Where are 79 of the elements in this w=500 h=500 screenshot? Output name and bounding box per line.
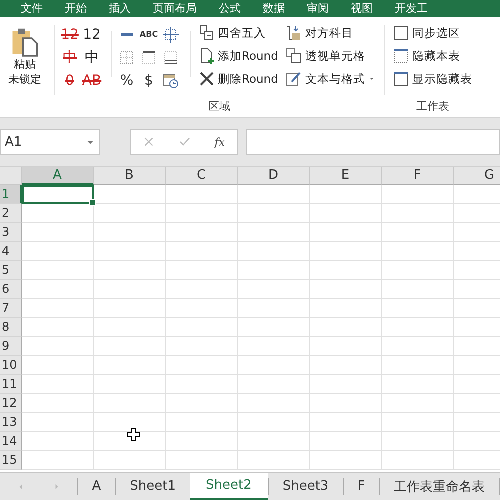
row-header[interactable]: 3 [0, 223, 22, 242]
menu-tab[interactable]: 页面布局 [142, 1, 208, 16]
fill-handle[interactable] [89, 199, 96, 206]
ribbon-command[interactable]: 显示隐藏表 [393, 69, 472, 89]
dollar-symbol[interactable]: $ [144, 72, 154, 88]
pencil-icon [286, 71, 302, 87]
sheet-tab[interactable]: Sheet3 [268, 478, 343, 495]
table-cursor-icon [163, 26, 179, 42]
row-header[interactable]: 6 [0, 280, 22, 299]
insert-function-label[interactable]: fx [214, 136, 226, 148]
plus-cursor-icon [127, 428, 141, 442]
ribbon-command[interactable]: 对方科目 [286, 23, 376, 43]
row-header[interactable]: 5 [0, 261, 22, 280]
name-box[interactable]: A1 [0, 129, 100, 155]
percent-symbol[interactable]: % [120, 72, 134, 88]
sheet-tab[interactable]: Sheet2 [190, 473, 268, 500]
ribbon-command[interactable]: 四舍五入 [199, 23, 278, 43]
menu-tab[interactable]: 视图 [340, 1, 384, 16]
group-label: 工作表 [415, 99, 450, 115]
check-icon [178, 136, 191, 148]
menu-tab[interactable]: 审阅 [296, 1, 340, 16]
format-glyph[interactable]: 12 [61, 26, 79, 42]
row-header[interactable]: 12 [0, 394, 22, 413]
cell-grid[interactable] [22, 185, 500, 470]
menu-tab[interactable]: 数据 [252, 1, 296, 16]
row-header[interactable]: 9 [0, 337, 22, 356]
column-header[interactable]: D [238, 167, 310, 185]
empty-square-icon [393, 25, 410, 41]
menu-tab[interactable]: 插入 [98, 1, 142, 16]
ribbon-command[interactable]: 添加Round [199, 46, 278, 66]
sheet-tab[interactable]: F [342, 478, 380, 495]
select-all-corner[interactable] [0, 167, 22, 185]
menu-tab[interactable]: 公式 [208, 1, 252, 16]
column-header[interactable]: G [454, 167, 500, 185]
format-glyph[interactable]: 中 [63, 48, 77, 66]
column-header[interactable]: E [310, 167, 382, 185]
ribbon-command[interactable]: 隐藏本表 [393, 46, 472, 66]
column-header[interactable]: F [382, 167, 454, 185]
format-glyph[interactable]: 中 [85, 48, 99, 66]
row-header[interactable]: 10 [0, 356, 22, 375]
menu-tab[interactable]: 开发工 [384, 1, 439, 16]
ribbon-command[interactable]: 文本与格式 [286, 69, 376, 89]
row-header[interactable]: 11 [0, 375, 22, 394]
row-header[interactable]: 7 [0, 299, 22, 318]
ribbon-command[interactable]: 同步选区 [393, 23, 472, 43]
paste-unlocked-button[interactable]: 粘贴 未锁定 [0, 17, 50, 89]
menu-tab[interactable]: 开始 [54, 1, 98, 16]
column-header[interactable]: B [94, 167, 166, 185]
add-document-icon [199, 48, 215, 64]
group-label: 区域 [208, 99, 232, 115]
row-header[interactable]: 15 [0, 451, 22, 470]
dotted-sheet-icon [393, 48, 410, 64]
menu-tab[interactable]: 文件 [10, 1, 54, 16]
bottom-border-grid-icon [163, 50, 179, 66]
row-header[interactable]: 2 [0, 204, 22, 223]
stacked-cells-icon [286, 48, 302, 64]
column-header[interactable]: A [22, 167, 94, 185]
top-border-grid-icon [141, 50, 157, 66]
small-caps-label[interactable]: ABC [140, 30, 158, 39]
format-glyph[interactable]: 12 [83, 26, 101, 42]
row-header[interactable]: 14 [0, 432, 22, 451]
formula-input[interactable] [246, 129, 500, 155]
row-header[interactable]: 4 [0, 242, 22, 261]
row-header[interactable]: 8 [0, 318, 22, 337]
dotted-grid-icon [119, 50, 135, 66]
row-header[interactable]: 1 [0, 185, 22, 204]
cancel-icon [142, 136, 155, 148]
sheet-tab[interactable]: A [77, 478, 116, 495]
format-glyph[interactable]: 0 [66, 72, 74, 88]
sheet-icon [393, 71, 410, 87]
column-header[interactable]: C [166, 167, 238, 185]
calendar-clock-icon [163, 72, 179, 88]
format-glyph[interactable]: AB [82, 72, 102, 88]
row-header[interactable]: 13 [0, 413, 22, 432]
delete-icon [199, 71, 215, 87]
ribbon-command[interactable]: 删除Round [199, 69, 278, 89]
ribbon-command[interactable]: 透视单元格 [286, 46, 376, 66]
clipboard-icon [11, 27, 39, 57]
active-cell[interactable] [22, 185, 94, 204]
